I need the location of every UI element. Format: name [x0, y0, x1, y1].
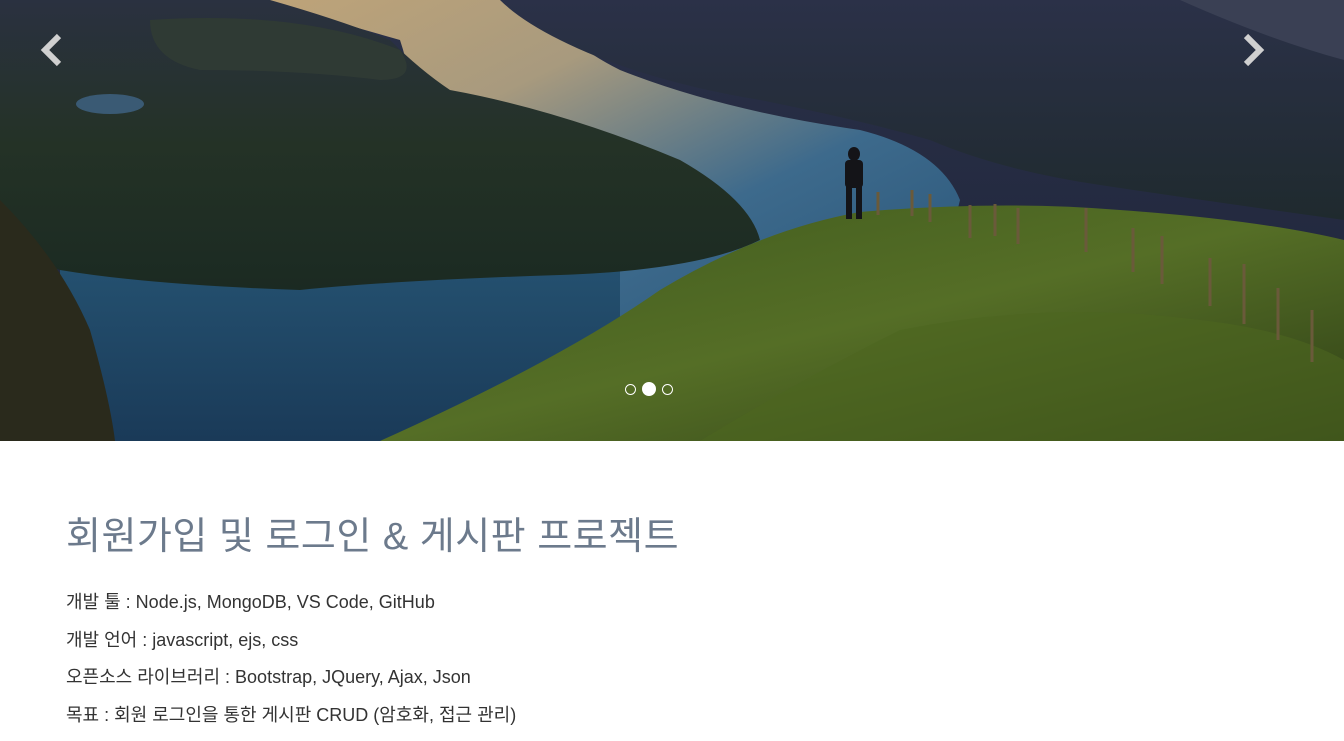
carousel-indicator-3[interactable] [662, 384, 673, 395]
detail-dev-tools: 개발 툴 : Node.js, MongoDB, VS Code, GitHub [66, 591, 516, 629]
image-carousel[interactable] [0, 0, 1344, 441]
carousel-next-button[interactable] [1232, 30, 1272, 70]
project-description: 회원가입 및 로그인 & 게시판 프로젝트 개발 툴 : Node.js, Mo… [0, 441, 1344, 732]
chevron-left-icon [33, 30, 73, 70]
project-title: 회원가입 및 로그인 & 게시판 프로젝트 [66, 505, 679, 560]
carousel-indicator-1[interactable] [625, 384, 636, 395]
project-details-list: 개발 툴 : Node.js, MongoDB, VS Code, GitHub… [66, 591, 516, 741]
carousel-slide-image [0, 0, 1344, 441]
carousel-indicators [625, 381, 673, 397]
chevron-right-icon [1232, 30, 1272, 70]
carousel-indicator-2-active[interactable] [642, 382, 656, 396]
detail-dev-language: 개발 언어 : javascript, ejs, css [66, 629, 516, 667]
detail-open-source-libraries: 오픈소스 라이브러리 : Bootstrap, JQuery, Ajax, Js… [66, 666, 516, 704]
carousel-prev-button[interactable] [33, 30, 73, 70]
detail-goal: 목표 : 회원 로그인을 통한 게시판 CRUD (암호화, 접근 관리) [66, 704, 516, 741]
